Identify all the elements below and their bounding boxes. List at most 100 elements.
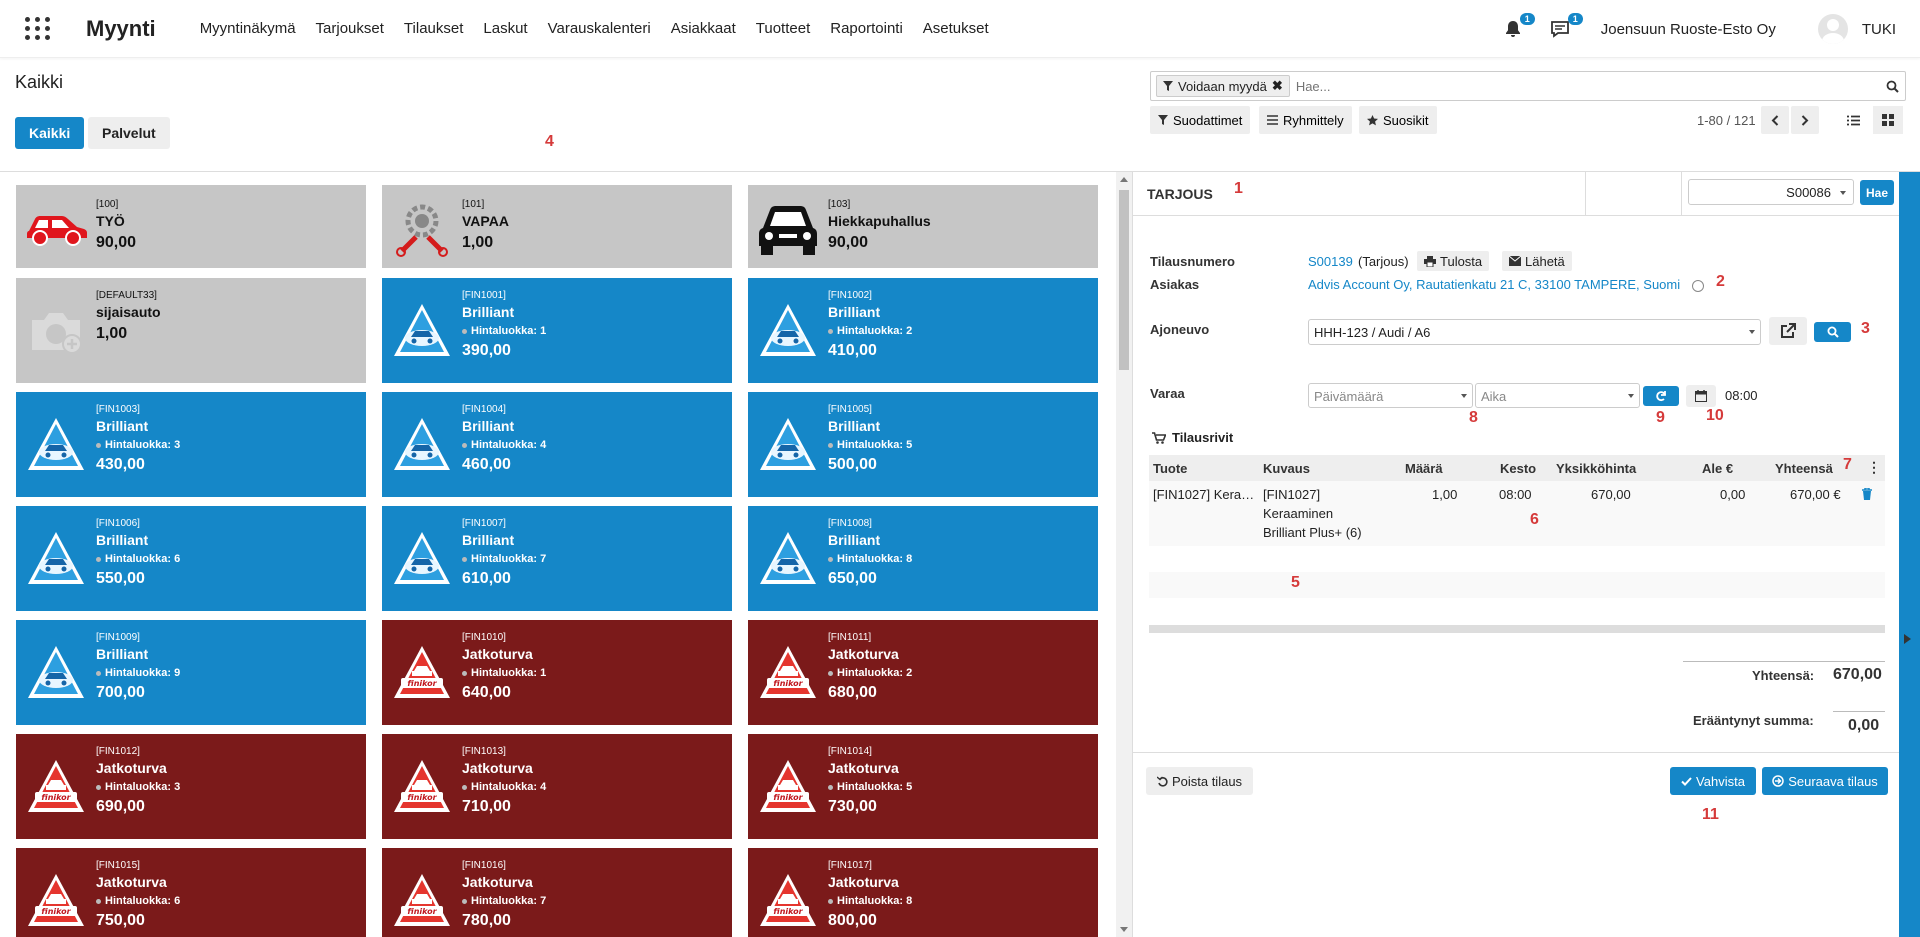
- line-quantity[interactable]: 1,00: [1432, 487, 1457, 502]
- column-duration[interactable]: Kesto: [1500, 461, 1536, 476]
- product-card[interactable]: finikor [FIN1014] Jatkoturva Hintaluokka: 5…: [748, 734, 1098, 839]
- column-discount[interactable]: Ale €: [1702, 461, 1733, 476]
- svg-text:finikor: finikor: [773, 793, 803, 802]
- pager-next-button[interactable]: [1791, 106, 1819, 134]
- delete-order-button[interactable]: Poista tilaus: [1146, 767, 1253, 795]
- column-product[interactable]: Tuote: [1153, 461, 1187, 476]
- menu-item-raportointi[interactable]: Raportointi: [830, 20, 903, 37]
- open-vehicle-button[interactable]: [1769, 317, 1807, 345]
- search-vehicle-button[interactable]: [1814, 322, 1851, 342]
- product-name: Brilliant: [828, 304, 881, 320]
- search-input[interactable]: [1295, 78, 1879, 94]
- svg-text:finikor: finikor: [407, 793, 437, 802]
- product-card[interactable]: finikor [FIN1013] Jatkoturva Hintaluokka: 4…: [382, 734, 732, 839]
- line-discount[interactable]: 0,00: [1720, 487, 1745, 502]
- user-menu[interactable]: TUKI: [1862, 21, 1896, 38]
- annotation-3: 3: [1861, 320, 1870, 337]
- product-info: [FIN1011] Jatkoturva Hintaluokka: 2 680,00: [828, 620, 912, 725]
- product-code: [FIN1003]: [96, 404, 140, 415]
- empty-order-line[interactable]: [1149, 572, 1885, 598]
- menu-item-asiakkaat[interactable]: Asiakkaat: [671, 20, 736, 37]
- confirm-button[interactable]: Vahvista: [1670, 767, 1756, 795]
- product-card[interactable]: [FIN1001] Brilliant Hintaluokka: 1 390,00: [382, 278, 732, 383]
- remove-facet-icon[interactable]: ✖: [1272, 78, 1283, 94]
- category-all-button[interactable]: Kaikki: [15, 117, 85, 149]
- fetch-order-button[interactable]: Hae: [1860, 180, 1894, 205]
- pager-value[interactable]: 1-80 / 121: [1697, 113, 1756, 128]
- line-unit-price[interactable]: 670,00: [1591, 487, 1631, 502]
- category-services-button[interactable]: Palvelut: [88, 117, 170, 149]
- column-quantity[interactable]: Määrä: [1405, 461, 1443, 476]
- delete-line-button[interactable]: [1862, 487, 1872, 503]
- menu-item-laskut[interactable]: Laskut: [483, 20, 527, 37]
- next-order-button[interactable]: Seuraava tilaus: [1762, 767, 1888, 795]
- send-button[interactable]: Lähetä: [1502, 251, 1572, 271]
- time-select[interactable]: Aika: [1475, 383, 1640, 408]
- product-card[interactable]: finikor [FIN1010] Jatkoturva Hintaluokka: 1…: [382, 620, 732, 725]
- favorites-button[interactable]: Suosikit: [1359, 106, 1437, 134]
- column-description[interactable]: Kuvaus: [1263, 461, 1310, 476]
- vehicle-select[interactable]: HHH-123 / Audi / A6: [1308, 319, 1761, 345]
- scrollbar-thumb[interactable]: [1119, 190, 1129, 370]
- menu-item-tilaukset[interactable]: Tilaukset: [404, 20, 463, 37]
- print-button[interactable]: Tulosta: [1417, 251, 1490, 271]
- scroll-down-arrow[interactable]: [1120, 927, 1128, 932]
- pager-previous-button[interactable]: [1761, 106, 1789, 134]
- product-card[interactable]: [FIN1002] Brilliant Hintaluokka: 2 410,00: [748, 278, 1098, 383]
- scroll-up-arrow[interactable]: [1120, 177, 1128, 182]
- menu-item-tarjoukset[interactable]: Tarjoukset: [316, 20, 384, 37]
- product-card[interactable]: finikor [FIN1015] Jatkoturva Hintaluokka: 6…: [16, 848, 366, 937]
- menu-item-tuotteet[interactable]: Tuotteet: [756, 20, 810, 37]
- group-by-button[interactable]: Ryhmittely: [1259, 106, 1352, 134]
- order-select[interactable]: S00086: [1688, 179, 1854, 205]
- product-card[interactable]: [DEFAULT33] sijaisauto 1,00: [16, 278, 366, 383]
- table-row[interactable]: [FIN1027] Kera… [FIN1027] Keraaminen Bri…: [1149, 481, 1885, 546]
- product-card[interactable]: [101] VAPAA 1,00: [382, 185, 732, 268]
- product-card[interactable]: finikor [FIN1017] Jatkoturva Hintaluokka: 8…: [748, 848, 1098, 937]
- product-card[interactable]: finikor [FIN1011] Jatkoturva Hintaluokka: 2…: [748, 620, 1098, 725]
- calendar-button[interactable]: [1686, 385, 1716, 407]
- product-card[interactable]: finikor [FIN1016] Jatkoturva Hintaluokka: 7…: [382, 848, 732, 937]
- svg-text:finikor: finikor: [41, 793, 71, 802]
- avatar[interactable]: [1817, 14, 1848, 44]
- product-card[interactable]: [FIN1006] Brilliant Hintaluokka: 6 550,00: [16, 506, 366, 611]
- product-card[interactable]: [FIN1004] Brilliant Hintaluokka: 4 460,00: [382, 392, 732, 497]
- product-code: [100]: [96, 199, 119, 210]
- menu-item-asetukset[interactable]: Asetukset: [923, 20, 989, 37]
- notifications-button[interactable]: 1: [1499, 13, 1535, 43]
- column-unit-price[interactable]: Yksikköhinta: [1556, 461, 1636, 476]
- messages-button[interactable]: 1: [1547, 13, 1583, 43]
- company-switcher[interactable]: Joensuun Ruoste-Esto Oy: [1601, 21, 1776, 38]
- collapse-panel-arrow-icon[interactable]: [1904, 634, 1911, 644]
- product-card[interactable]: [103] Hiekkapuhallus 90,00: [748, 185, 1098, 268]
- column-options-icon[interactable]: ⋮: [1867, 459, 1881, 476]
- product-card[interactable]: [FIN1003] Brilliant Hintaluokka: 3 430,00: [16, 392, 366, 497]
- date-select[interactable]: Päivämäärä: [1308, 383, 1473, 408]
- customer-radio[interactable]: [1692, 280, 1704, 292]
- product-price: 690,00: [96, 798, 145, 815]
- menu-item-myyntinakyma[interactable]: Myyntinäkymä: [200, 20, 296, 37]
- list-view-button[interactable]: [1838, 106, 1868, 134]
- filters-button[interactable]: Suodattimet: [1150, 106, 1251, 134]
- product-info: [FIN1001] Brilliant Hintaluokka: 1 390,00: [462, 278, 546, 383]
- apps-menu-icon[interactable]: [20, 11, 56, 47]
- chevron-left-icon: [1771, 114, 1779, 126]
- product-card[interactable]: [FIN1005] Brilliant Hintaluokka: 5 500,00: [748, 392, 1098, 497]
- line-duration[interactable]: 08:00: [1499, 487, 1532, 502]
- product-price-class: Hintaluokka: 8: [828, 553, 912, 565]
- kanban-view-button[interactable]: [1873, 106, 1903, 134]
- product-card[interactable]: [FIN1009] Brilliant Hintaluokka: 9 700,00: [16, 620, 366, 725]
- menu-item-varauskalenteri[interactable]: Varauskalenteri: [548, 20, 651, 37]
- column-total[interactable]: Yhteensä: [1775, 461, 1833, 476]
- product-card[interactable]: [FIN1008] Brilliant Hintaluokka: 8 650,00: [748, 506, 1098, 611]
- order-number-link[interactable]: S00139: [1308, 254, 1353, 269]
- product-card[interactable]: [FIN1007] Brilliant Hintaluokka: 7 610,00: [382, 506, 732, 611]
- product-card[interactable]: finikor [FIN1012] Jatkoturva Hintaluokka: 3…: [16, 734, 366, 839]
- search-button[interactable]: [1879, 73, 1905, 99]
- order-lines-scrollbar[interactable]: [1149, 625, 1885, 633]
- product-card[interactable]: [100] TYÖ 90,00: [16, 185, 366, 268]
- product-grid-scrollbar[interactable]: [1116, 172, 1132, 937]
- brilliant-logo-icon: [382, 278, 462, 383]
- refresh-button[interactable]: [1643, 386, 1679, 406]
- customer-link[interactable]: Advis Account Oy, Rautatienkatu 21 C, 33…: [1308, 277, 1680, 292]
